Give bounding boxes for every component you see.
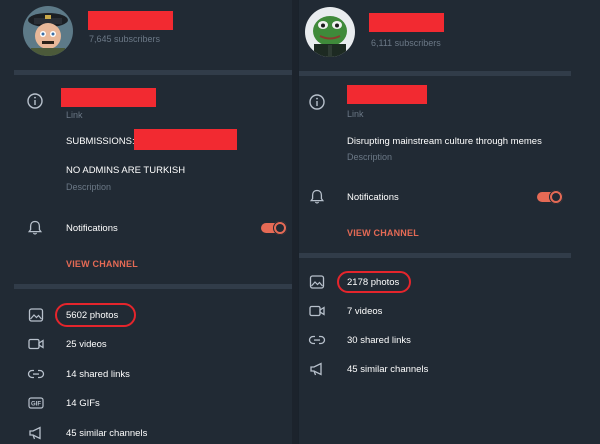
section-separator (14, 70, 292, 75)
section-separator (299, 253, 571, 258)
link-redaction (347, 85, 427, 104)
channel-info-panel-left: 7,645 subscribers Link SUBMISSIONS: NO A… (0, 0, 292, 444)
bell-icon (308, 188, 326, 206)
toggle-knob (273, 221, 287, 235)
link-icon (27, 365, 45, 383)
channel-info-panel-right: 6,111 subscribers Link Disrupting mainst… (298, 0, 600, 444)
notifications-label: Notifications (66, 223, 118, 234)
video-icon (308, 302, 326, 320)
link-icon (308, 331, 326, 349)
description-label: Description (66, 182, 112, 192)
info-icon (308, 93, 326, 111)
megaphone-icon (27, 424, 45, 442)
section-separator (299, 71, 571, 76)
link-label: Link (66, 110, 83, 120)
submissions-label: SUBMISSIONS: (66, 136, 135, 147)
link-redaction (61, 88, 156, 107)
notifications-toggle[interactable] (537, 190, 563, 204)
similar-channels-count[interactable]: 45 similar channels (66, 428, 147, 439)
info-icon (26, 92, 44, 110)
photo-icon (27, 306, 45, 324)
gifs-count[interactable]: 14 GIFs (66, 398, 100, 409)
shared-links-count[interactable]: 14 shared links (66, 369, 130, 380)
subscriber-count: 6,111 subscribers (371, 38, 441, 48)
bell-icon (26, 219, 44, 237)
highlight-oval (55, 303, 136, 327)
subscriber-count: 7,645 subscribers (89, 34, 161, 44)
view-channel-button[interactable]: VIEW CHANNEL (66, 259, 138, 269)
videos-count[interactable]: 7 videos (347, 306, 382, 317)
svg-text:GIF: GIF (31, 402, 41, 408)
channel-name-redaction (369, 13, 444, 32)
gif-icon: GIF (27, 394, 45, 412)
photo-icon (308, 273, 326, 291)
description-text: Disrupting mainstream culture through me… (347, 136, 542, 147)
channel-avatar[interactable] (23, 6, 73, 56)
notifications-label: Notifications (347, 192, 399, 203)
notifications-toggle[interactable] (261, 221, 287, 235)
megaphone-icon (308, 360, 326, 378)
section-separator (14, 284, 292, 289)
description-label: Description (347, 152, 393, 162)
video-icon (27, 335, 45, 353)
submissions-redaction (134, 129, 237, 150)
description-text: NO ADMINS ARE TURKISH (66, 165, 186, 176)
channel-avatar[interactable] (305, 7, 355, 57)
shared-links-count[interactable]: 30 shared links (347, 335, 411, 346)
channel-name-redaction (88, 11, 173, 30)
view-channel-button[interactable]: VIEW CHANNEL (347, 228, 419, 238)
toggle-knob (549, 190, 563, 204)
similar-channels-count[interactable]: 45 similar channels (347, 364, 428, 375)
videos-count[interactable]: 25 videos (66, 339, 107, 350)
link-label: Link (347, 109, 364, 119)
highlight-oval (337, 271, 411, 293)
